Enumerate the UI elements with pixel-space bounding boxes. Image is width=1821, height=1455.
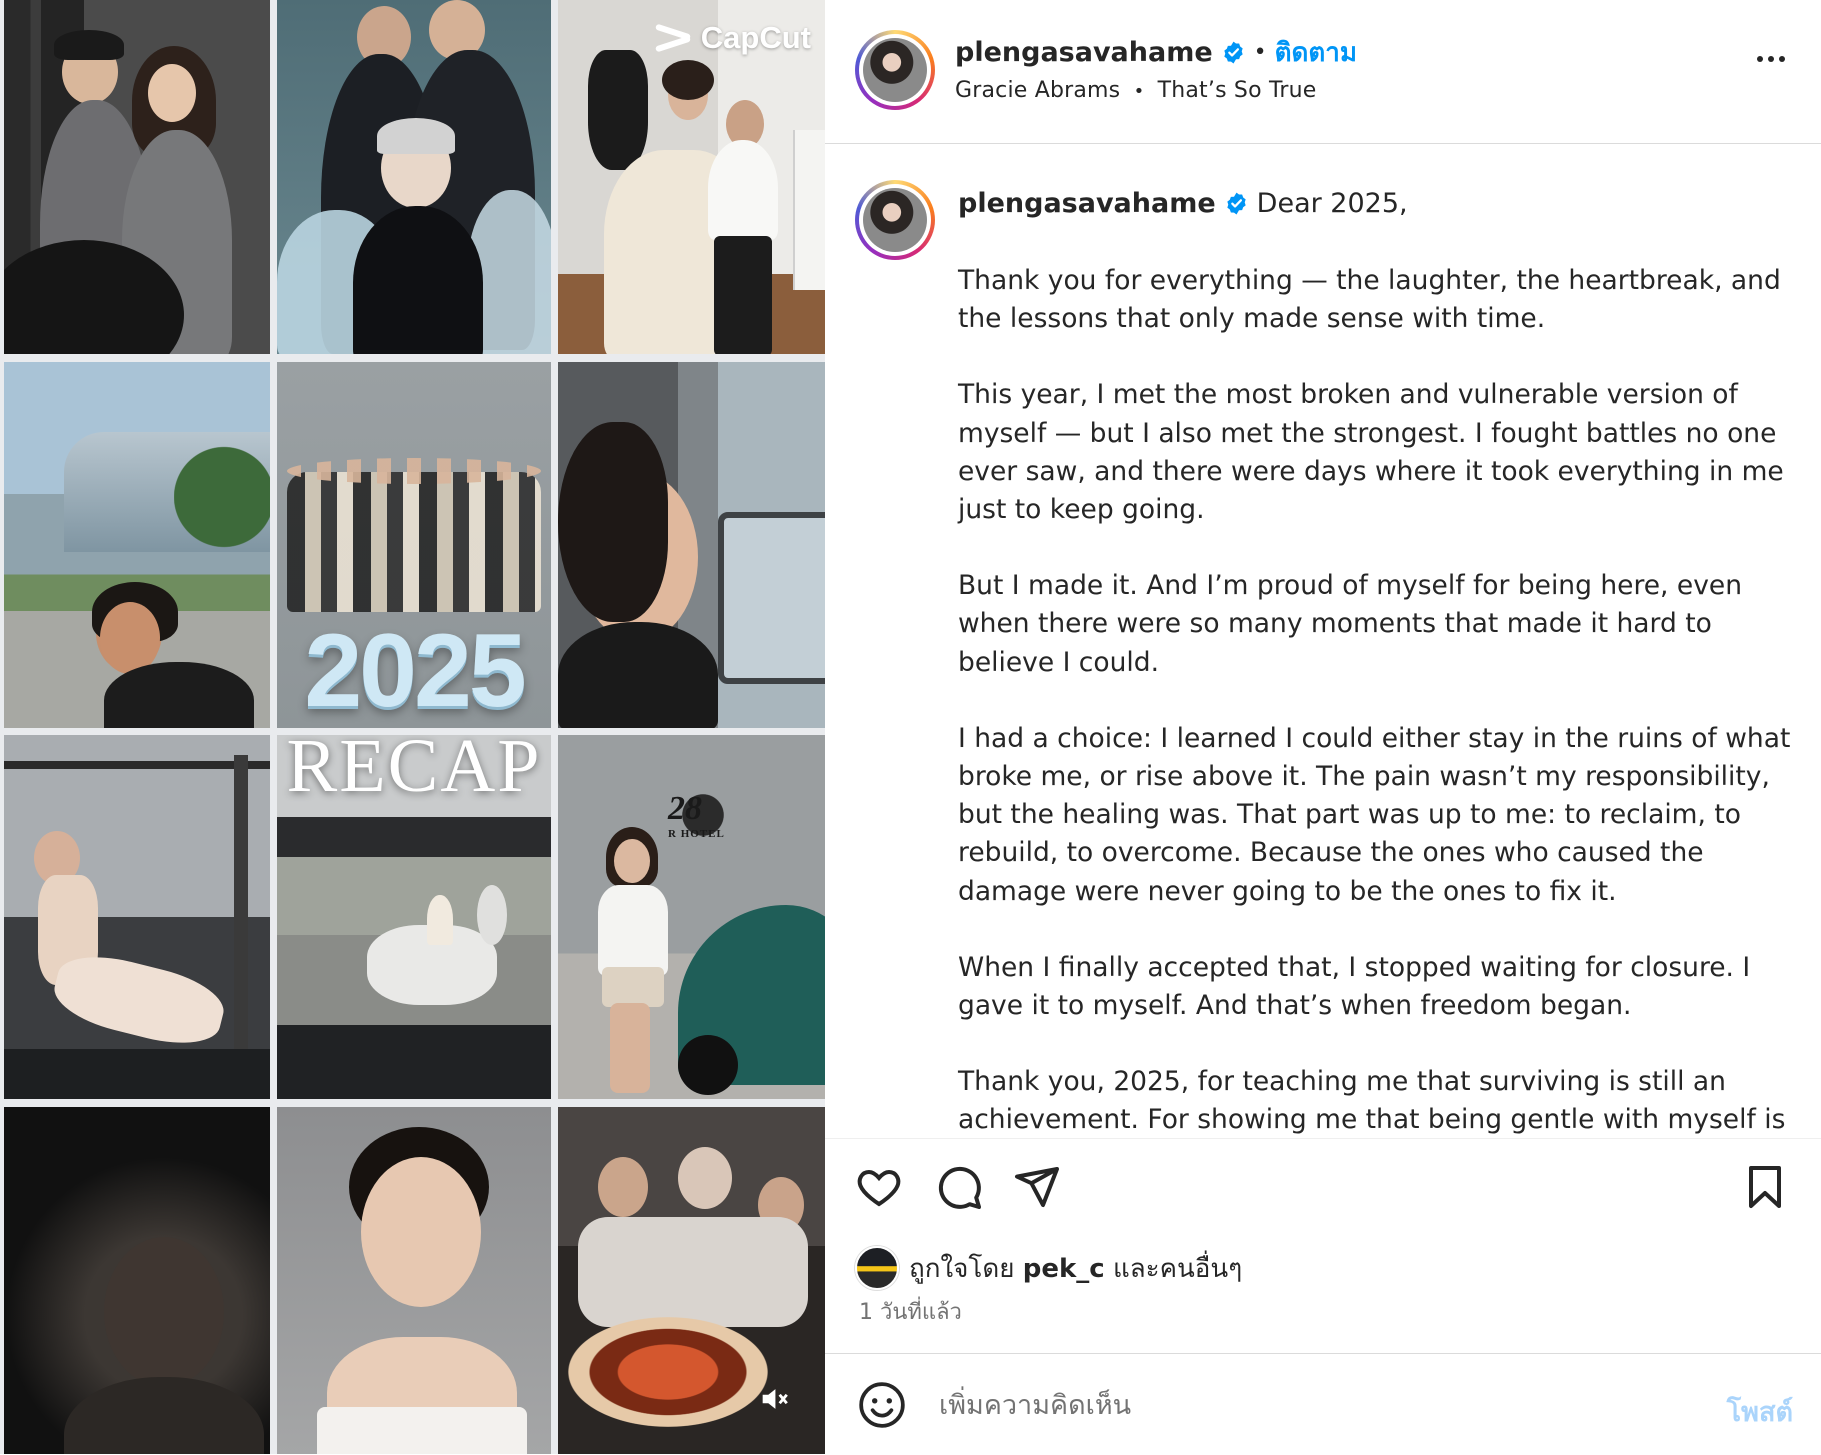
emoji-icon[interactable] <box>857 1380 907 1430</box>
header-username[interactable]: plengasavahame <box>955 37 1213 68</box>
liker-avatar[interactable] <box>855 1246 899 1290</box>
follow-button[interactable]: ติดตาม <box>1275 32 1357 73</box>
post-comment-button[interactable]: โพสต์ <box>1727 1390 1793 1433</box>
heart-icon[interactable] <box>855 1163 903 1211</box>
caption-scroll-area[interactable]: plengasavahame Dear 2025, Thank you for … <box>825 144 1821 1138</box>
post-timestamp[interactable]: 1 วันที่แล้ว <box>859 1294 962 1329</box>
photo-bridal-portrait <box>277 1107 551 1454</box>
photo-couple-suit <box>4 0 270 354</box>
photo-three-women <box>277 0 551 354</box>
photo-team-recap: 2025 <box>277 362 551 728</box>
likes-summary[interactable]: ถูกใจโดย pek_c และคนอื่นๆ <box>855 1246 1242 1290</box>
verified-icon <box>1224 41 1243 64</box>
comment-bar: โพสต์ <box>825 1353 1821 1455</box>
post-details-panel: plengasavahame • ติดตาม Gracie Abrams • … <box>825 0 1821 1454</box>
photo-birthday-cake <box>558 1107 825 1454</box>
caption-first-line: Dear 2025, <box>1256 188 1408 219</box>
photo-street-building <box>4 362 270 728</box>
separator-dot: • <box>1253 40 1267 65</box>
post-header: plengasavahame • ติดตาม Gracie Abrams • … <box>825 0 1821 144</box>
photo-horse-riding: RECAP <box>277 735 551 1099</box>
photo-dark-portrait <box>4 1107 270 1454</box>
recap-year-title: 2025 <box>304 613 526 728</box>
caption-paragraph: Thank you, 2025, for teaching me that su… <box>958 1066 1786 1136</box>
hotel-logo-name: R HOTEL <box>668 828 725 840</box>
caption-paragraph: Thank you for everything — the laughter,… <box>958 265 1781 335</box>
capcut-watermark: CapCut <box>653 20 811 56</box>
capcut-logo-icon <box>653 24 693 52</box>
share-icon[interactable] <box>1013 1163 1061 1211</box>
comment-input[interactable] <box>937 1378 1641 1432</box>
capcut-watermark-text: CapCut <box>700 20 811 55</box>
caption-username[interactable]: plengasavahame <box>958 188 1216 219</box>
audio-track[interactable]: That’s So True <box>1158 78 1317 103</box>
likes-prefix: ถูกใจโดย <box>909 1253 1015 1284</box>
action-bar <box>825 1138 1821 1229</box>
hotel-logo: 28 R HOTEL <box>668 790 725 840</box>
post-media-collage[interactable]: CapCut 2025 RECAP 28 R HOTEL <box>0 0 825 1454</box>
mute-icon[interactable] <box>757 1382 791 1416</box>
caption-paragraph: This year, I met the most broken and vul… <box>958 379 1784 526</box>
photo-car-window <box>558 362 825 728</box>
caption-paragraph: But I made it. And I’m proud of myself f… <box>958 570 1742 678</box>
caption-body: Thank you for everything — the laughter,… <box>958 262 1798 1138</box>
photo-dress-fitting: CapCut <box>558 0 825 354</box>
caption-paragraph: When I finally accepted that, I stopped … <box>958 951 1751 1022</box>
verified-icon <box>1227 192 1246 215</box>
caption-avatar[interactable] <box>855 180 935 260</box>
hotel-logo-number: 28 <box>668 790 702 827</box>
photo-gym-workout <box>4 735 270 1099</box>
audio-separator: • <box>1133 81 1145 102</box>
audio-info[interactable]: Gracie Abrams • That’s So True <box>955 78 1316 103</box>
comment-icon[interactable] <box>935 1163 983 1211</box>
avatar[interactable] <box>855 30 935 110</box>
audio-artist[interactable]: Gracie Abrams <box>955 78 1120 103</box>
caption-paragraph: I had a choice: I learned I could either… <box>958 722 1791 907</box>
bookmark-icon[interactable] <box>1741 1163 1789 1211</box>
more-options-icon[interactable] <box>1757 56 1785 62</box>
likes-others[interactable]: และคนอื่นๆ <box>1113 1254 1242 1284</box>
recap-word-title: RECAP <box>286 735 542 808</box>
photo-hotel-car: 28 R HOTEL <box>558 735 825 1099</box>
liker-username[interactable]: pek_c <box>1023 1254 1105 1284</box>
